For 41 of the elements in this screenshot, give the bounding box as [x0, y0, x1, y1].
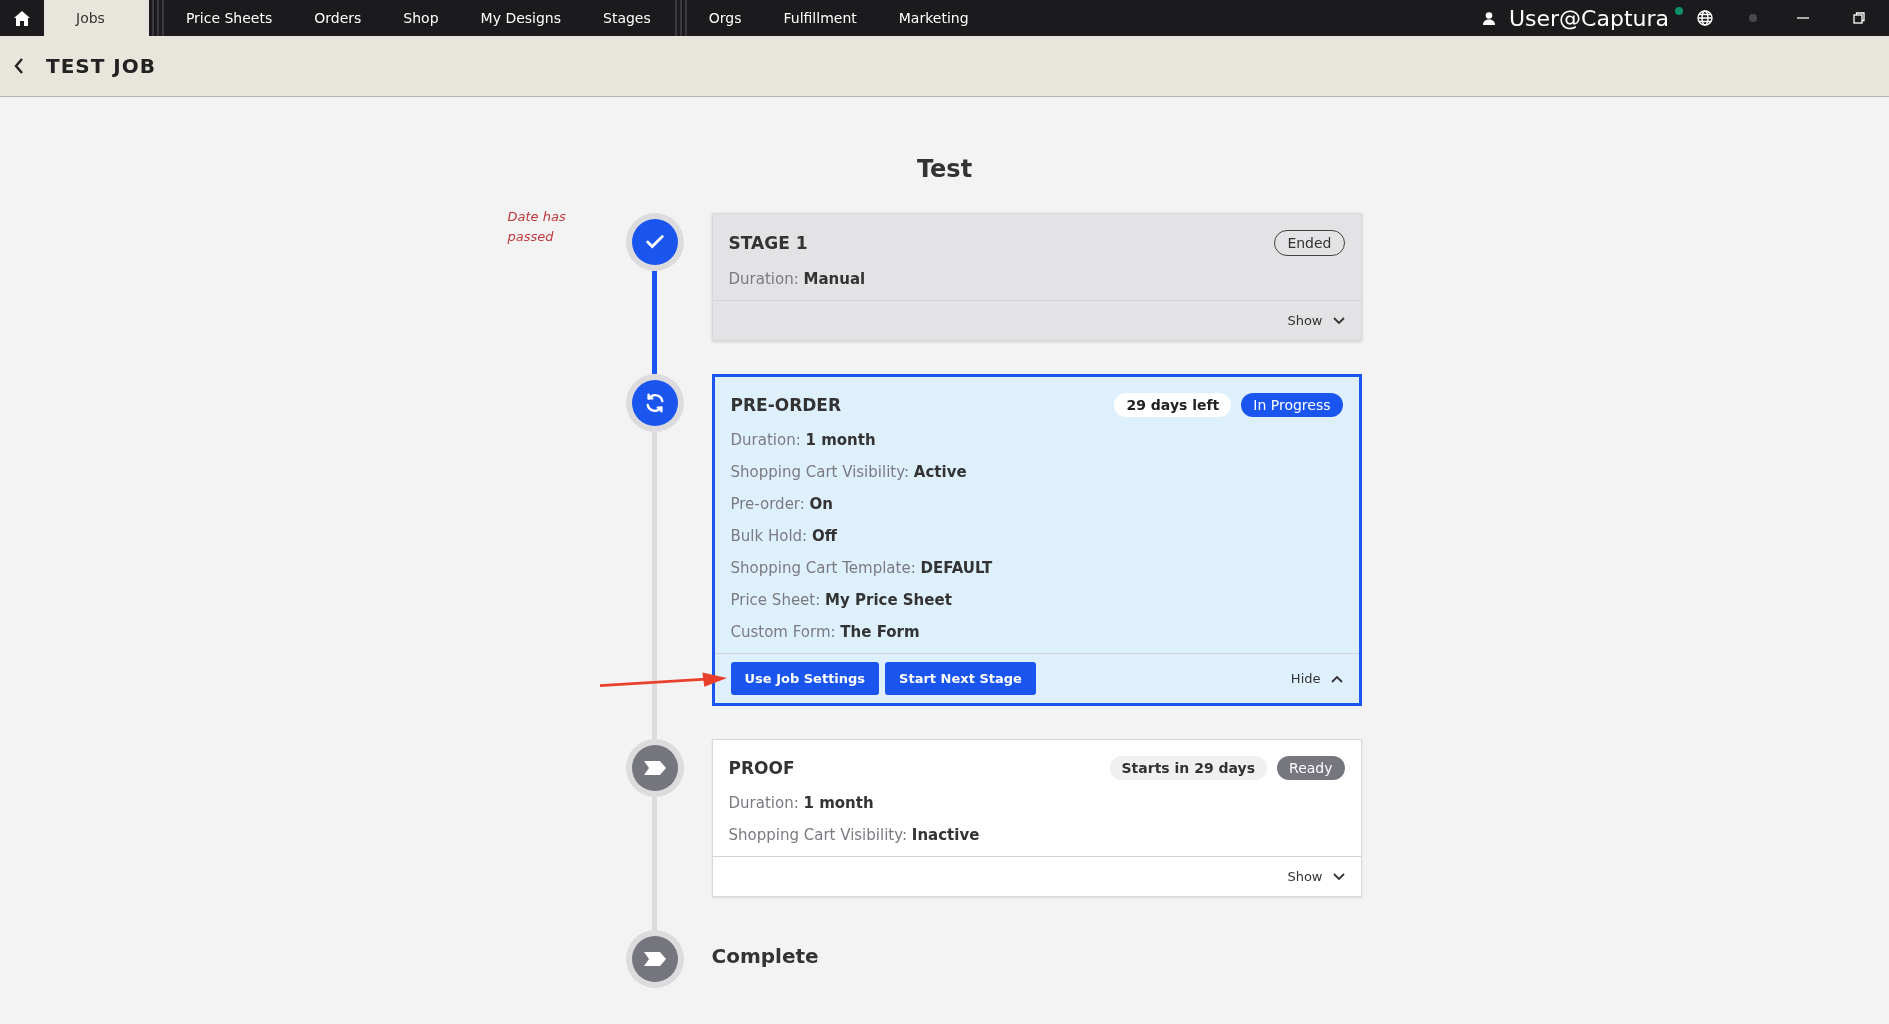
status-badge: Starts in 29 days — [1109, 756, 1268, 780]
status-dot-icon — [1675, 7, 1683, 15]
stage-title: PROOF — [728, 758, 795, 778]
status-badge: In Progress — [1241, 393, 1343, 417]
stage-detail: Duration: 1 month — [730, 431, 877, 449]
stage-detail: Bulk Hold: Off — [730, 527, 838, 545]
job-title: Test — [916, 155, 973, 183]
user-name[interactable]: User@Captura — [1508, 5, 1669, 31]
stage-detail: Shopping Cart Visibility: Active — [730, 463, 968, 481]
status-badge: 29 days left — [1114, 393, 1232, 417]
date-passed-note: Date has passed — [507, 208, 567, 246]
stage-title: Complete — [710, 943, 820, 970]
minimize-icon[interactable] — [1797, 16, 1809, 20]
user-icon — [1482, 11, 1495, 25]
stage-detail: Price Sheet: My Price Sheet — [730, 591, 953, 609]
dot-icon — [1749, 14, 1757, 22]
chevron-up-icon — [1330, 674, 1343, 683]
stage-detail: Shopping Cart Visibility: Inactive — [728, 826, 981, 844]
back-chevron-icon — [14, 58, 24, 74]
stage-title: STAGE 1 — [728, 233, 808, 253]
nav-tab[interactable]: Jobs — [44, 0, 149, 36]
stage-detail: Custom Form: The Form — [730, 623, 921, 641]
tag-arrow-icon — [643, 952, 666, 966]
chevron-down-icon — [1332, 316, 1345, 325]
stage-detail: Shopping Cart Template: DEFAULT — [730, 559, 994, 577]
home-icon — [14, 10, 30, 26]
toggle-button[interactable]: Hide — [1290, 667, 1343, 690]
globe-icon[interactable] — [1697, 10, 1713, 26]
stage-detail: Duration: 1 month — [728, 794, 875, 812]
toggle-button[interactable]: Show — [1287, 865, 1345, 888]
stage-action-button[interactable]: Start Next Stage — [885, 662, 1036, 695]
stage-detail: Duration: Manual — [728, 270, 867, 288]
restore-icon[interactable] — [1853, 12, 1865, 24]
status-badge: Ready — [1277, 756, 1345, 780]
toggle-button[interactable]: Show — [1287, 309, 1345, 332]
chevron-down-icon — [1332, 872, 1345, 881]
page-title: TEST JOB — [46, 54, 156, 78]
tag-arrow-icon — [643, 761, 666, 775]
stage-detail: Pre-order: On — [730, 495, 835, 513]
stage-title: PRE-ORDER — [730, 395, 842, 415]
stage-action-button[interactable]: Use Job Settings — [730, 662, 880, 695]
